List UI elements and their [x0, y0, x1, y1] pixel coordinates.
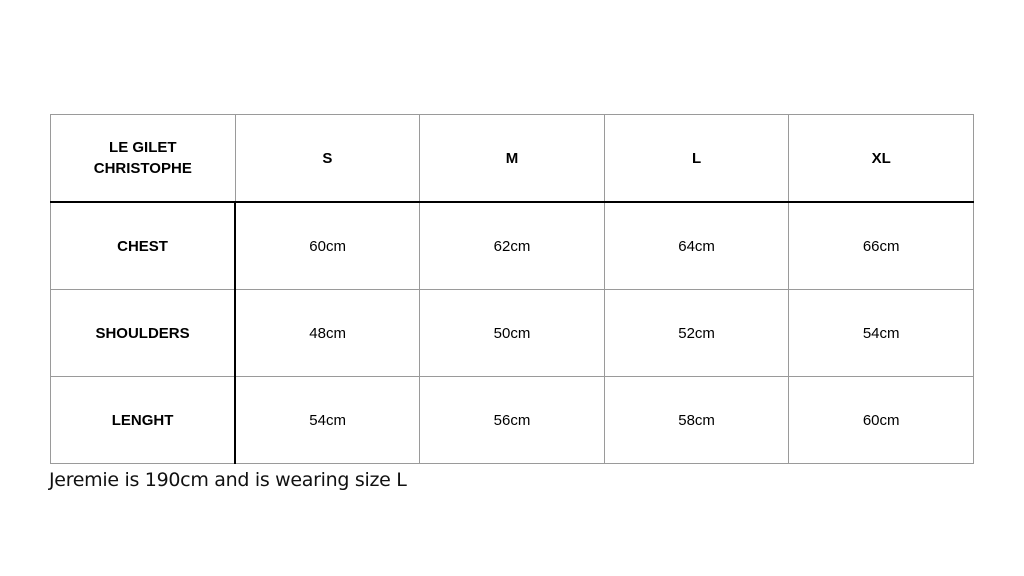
product-name-cell: LE GILET CHRISTOPHE: [50, 114, 236, 203]
table-cell: 54cm: [788, 289, 974, 377]
size-header-m: M: [419, 114, 605, 203]
table-cell: 50cm: [419, 289, 605, 377]
table-cell: 66cm: [788, 201, 974, 290]
table-cell: 48cm: [234, 289, 421, 377]
table-cell: 62cm: [419, 201, 605, 290]
size-header-s: S: [234, 114, 421, 203]
table-cell: 56cm: [419, 376, 605, 464]
product-name-line1: LE GILET: [109, 139, 177, 156]
header-row: LE GILET CHRISTOPHE S M L XL: [50, 114, 974, 203]
table-cell: 54cm: [234, 376, 421, 464]
size-chart-table: LE GILET CHRISTOPHE S M L XL CHEST 60cm 6…: [50, 114, 974, 464]
row-label-length: LENGHT: [50, 376, 237, 464]
row-label-chest: CHEST: [50, 201, 237, 290]
size-header-l: L: [603, 114, 790, 203]
table-cell: 58cm: [603, 376, 790, 464]
table-cell: 60cm: [788, 376, 974, 464]
table-row: SHOULDERS 48cm 50cm 52cm 54cm: [50, 289, 974, 377]
product-name-line2: CHRISTOPHE: [93, 160, 192, 177]
model-size-note: Jeremie is 190cm and is wearing size L: [49, 469, 407, 491]
table-row: LENGHT 54cm 56cm 58cm 60cm: [50, 376, 974, 464]
table-cell: 64cm: [603, 201, 790, 290]
table-cell: 52cm: [603, 289, 790, 377]
table-row: CHEST 60cm 62cm 64cm 66cm: [50, 201, 974, 290]
row-label-shoulders: SHOULDERS: [50, 289, 237, 377]
size-header-xl: XL: [788, 114, 974, 203]
table-cell: 60cm: [234, 201, 421, 290]
